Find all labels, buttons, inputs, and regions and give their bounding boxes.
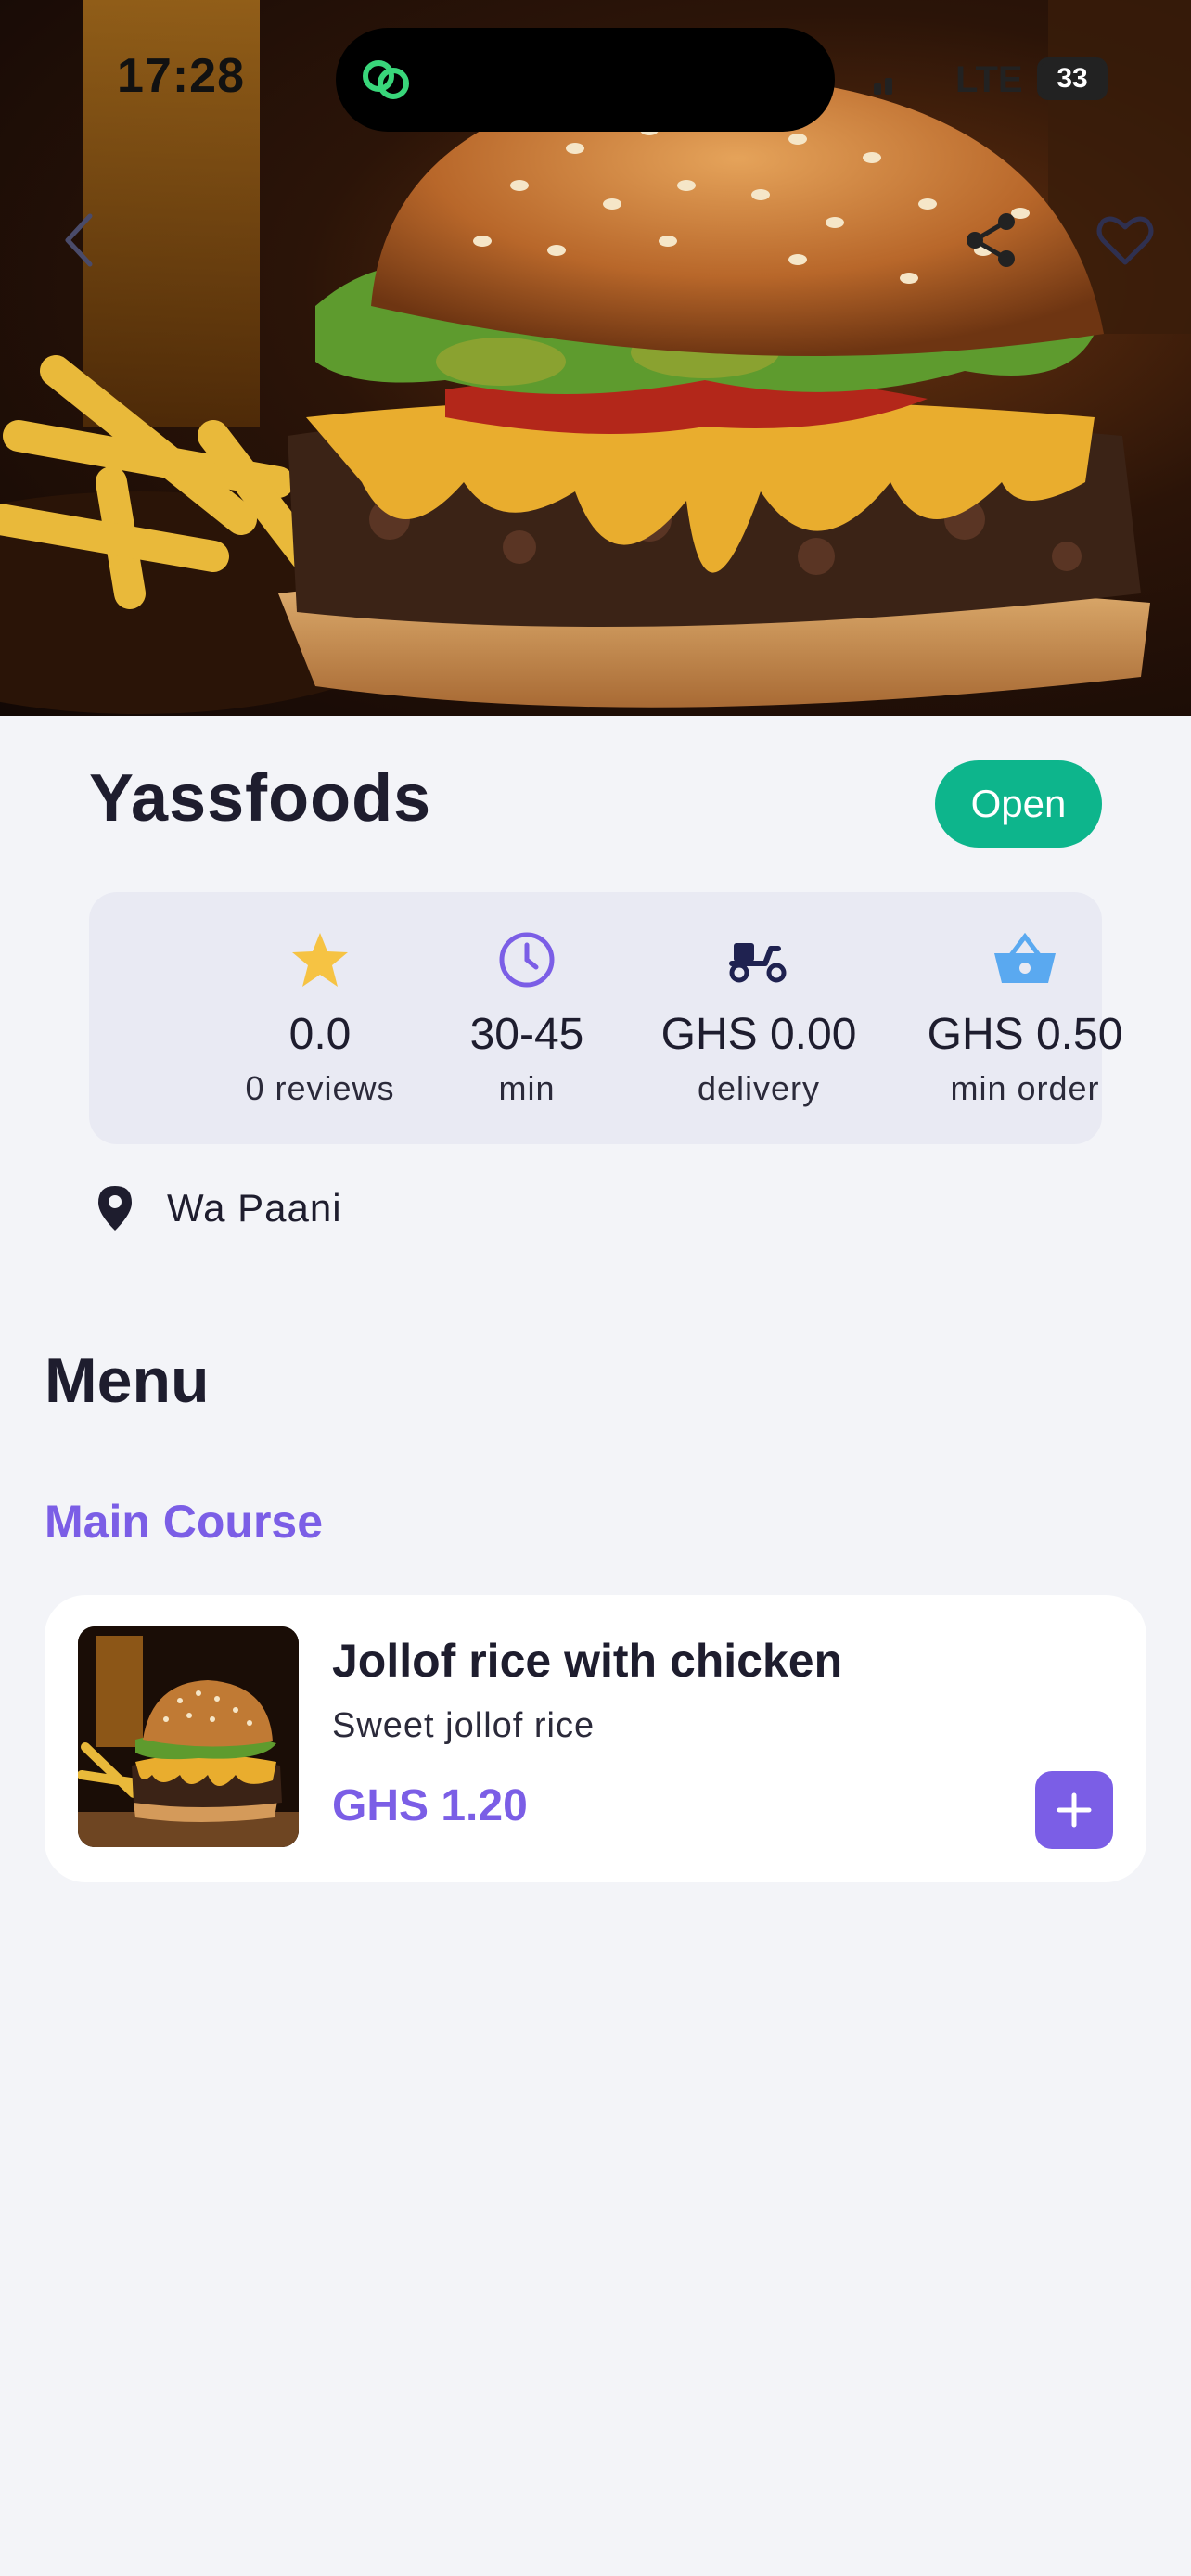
share-icon xyxy=(967,213,1015,267)
signal-icon xyxy=(874,78,892,95)
status-time: 17:28 xyxy=(117,49,245,103)
stat-delivery: GHS 0.00 delivery xyxy=(638,927,879,1108)
plus-icon xyxy=(1057,1792,1092,1828)
back-icon xyxy=(65,213,93,267)
rating-label: 0 reviews xyxy=(245,1069,395,1107)
scooter-icon xyxy=(729,943,787,983)
restaurant-name: Yassfoods xyxy=(89,761,432,835)
heart-icon xyxy=(1096,216,1154,265)
menu-item-image xyxy=(78,1626,299,1847)
status-badge: Open xyxy=(935,760,1102,848)
menu-item-card[interactable]: Jollof rice with chicken Sweet jollof ri… xyxy=(45,1595,1146,1882)
favorite-button[interactable] xyxy=(1083,198,1167,282)
add-to-cart-button[interactable] xyxy=(1035,1771,1113,1849)
menu-item-name: Jollof rice with chicken xyxy=(332,1635,843,1687)
star-icon xyxy=(292,933,348,987)
location-text: Wa Paani xyxy=(167,1186,342,1230)
time-label: min xyxy=(498,1069,556,1107)
min-order-value: GHS 0.50 xyxy=(927,1010,1123,1059)
section-heading: Main Course xyxy=(45,1496,324,1548)
location-row[interactable]: Wa Paani xyxy=(93,1180,342,1237)
rating-value: 0.0 xyxy=(288,1010,352,1059)
delivery-label: delivery xyxy=(697,1069,821,1107)
min-order-label: min order xyxy=(950,1069,1100,1107)
menu-heading: Menu xyxy=(45,1345,210,1416)
dynamic-island xyxy=(336,28,835,132)
time-value: 30-45 xyxy=(469,1010,584,1059)
stat-time: 30-45 min xyxy=(406,927,647,1108)
burger-thumbnail xyxy=(78,1626,299,1847)
location-pin-icon xyxy=(98,1186,132,1231)
clock-icon xyxy=(499,932,555,988)
menu-item-description: Sweet jollof rice xyxy=(332,1706,596,1745)
network-label: LTE xyxy=(955,59,1023,100)
hero-image: 17:28 LTE 33 xyxy=(0,0,1191,716)
chain-link-icon xyxy=(363,60,409,99)
share-button[interactable] xyxy=(950,198,1033,282)
menu-item-price: GHS 1.20 xyxy=(332,1781,528,1830)
status-bar: 17:28 LTE 33 xyxy=(0,0,1191,158)
stat-min-order: GHS 0.50 min order xyxy=(904,927,1146,1108)
basket-icon xyxy=(994,933,1056,983)
stat-rating[interactable]: 0.0 0 reviews xyxy=(199,927,441,1108)
battery-icon: 33 xyxy=(1037,57,1108,100)
stats-card: 0.0 0 reviews 30-45 min GHS 0.00 deliver… xyxy=(89,892,1122,1144)
delivery-value: GHS 0.00 xyxy=(660,1010,857,1059)
back-button[interactable] xyxy=(37,198,121,282)
